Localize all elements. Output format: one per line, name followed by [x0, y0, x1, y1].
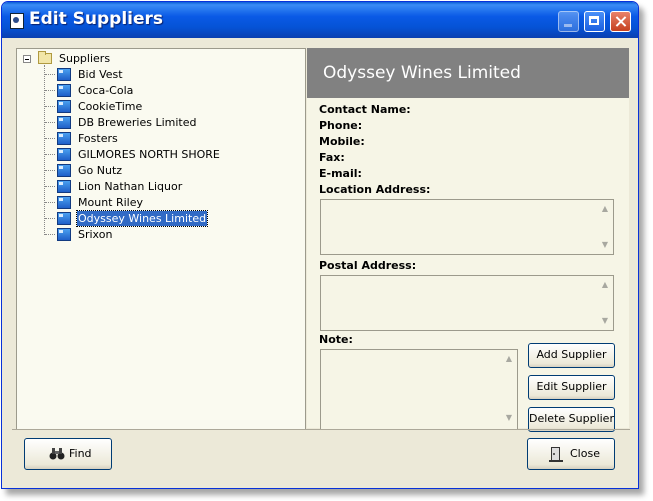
postal-address-label: Postal Address: [319, 259, 417, 272]
book-icon [57, 228, 71, 241]
phone-label: Phone: [319, 119, 363, 132]
note-field[interactable]: ▲ ▼ [320, 349, 518, 429]
location-address-label: Location Address: [319, 183, 431, 196]
scroll-up-icon[interactable]: ▲ [599, 279, 611, 291]
book-icon [57, 132, 71, 145]
title-bar[interactable]: Edit Suppliers [2, 2, 638, 38]
fax-label: Fax: [319, 151, 345, 164]
collapse-icon[interactable] [23, 55, 31, 63]
app-icon[interactable] [10, 13, 24, 29]
binoculars-icon [49, 448, 65, 460]
book-icon [57, 148, 71, 161]
book-icon [57, 68, 71, 81]
postal-address-field[interactable]: ▲ ▼ [320, 275, 614, 331]
note-scrollbar[interactable]: ▲ ▼ [501, 350, 517, 429]
book-icon [57, 180, 71, 193]
mobile-label: Mobile: [319, 135, 365, 148]
details-header: Odyssey Wines Limited [307, 48, 629, 98]
scroll-down-icon[interactable]: ▼ [599, 239, 611, 251]
book-icon [57, 164, 71, 177]
book-icon [57, 116, 71, 129]
location-scrollbar[interactable]: ▲ ▼ [597, 200, 613, 254]
scroll-down-icon[interactable]: ▼ [599, 315, 611, 327]
edit-suppliers-window: Edit Suppliers Suppliers Bid Vest Coca-C… [1, 1, 639, 489]
supplier-name-heading: Odyssey Wines Limited [323, 63, 521, 83]
scroll-up-icon[interactable]: ▲ [599, 203, 611, 215]
supplier-tree[interactable]: Suppliers Bid Vest Coca-Cola CookieTime … [16, 48, 306, 430]
add-supplier-button[interactable]: Add Supplier [528, 343, 615, 368]
minimize-icon[interactable] [558, 11, 579, 32]
book-icon [57, 196, 71, 209]
door-exit-icon [549, 447, 563, 462]
divider [12, 429, 630, 430]
close-button[interactable]: Close [527, 438, 615, 470]
postal-scrollbar[interactable]: ▲ ▼ [597, 276, 613, 330]
folder-icon [38, 51, 52, 64]
note-label: Note: [319, 333, 353, 346]
find-button[interactable]: Find [24, 438, 112, 470]
scroll-up-icon[interactable]: ▲ [503, 353, 515, 365]
location-address-field[interactable]: ▲ ▼ [320, 199, 614, 255]
supplier-details: Odyssey Wines Limited Contact Name: Phon… [307, 48, 629, 432]
tree-root-label: Suppliers [59, 52, 111, 65]
window-title: Edit Suppliers [29, 9, 164, 29]
scroll-down-icon[interactable]: ▼ [503, 412, 515, 424]
edit-supplier-button[interactable]: Edit Supplier [528, 375, 615, 400]
email-label: E-mail: [319, 167, 362, 180]
book-icon [57, 100, 71, 113]
close-icon[interactable] [610, 11, 631, 32]
book-icon [57, 212, 71, 225]
maximize-icon[interactable] [584, 11, 605, 32]
book-icon [57, 84, 71, 97]
contact-name-label: Contact Name: [319, 103, 411, 116]
